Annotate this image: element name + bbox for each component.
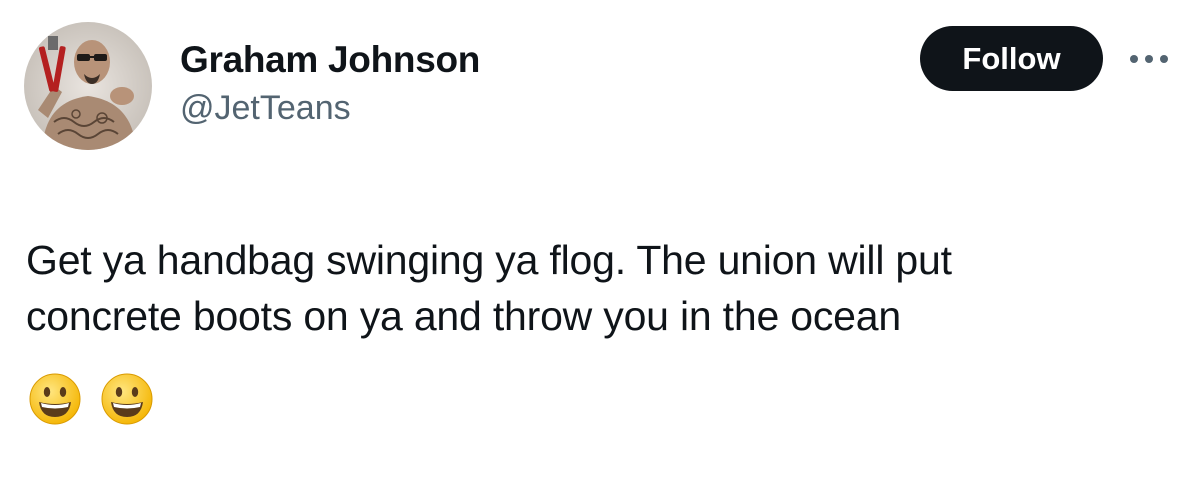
user-handle[interactable]: @JetTeans	[180, 86, 480, 130]
profile-photo-avatar	[24, 22, 152, 150]
tweet-card: Graham Johnson @JetTeans Follow Get ya h…	[0, 0, 1200, 479]
avatar[interactable]	[24, 22, 152, 150]
author-info: Graham Johnson @JetTeans	[180, 38, 480, 130]
more-options-button[interactable]	[1124, 44, 1174, 74]
follow-button[interactable]: Follow	[920, 26, 1103, 91]
emoji-row	[28, 372, 154, 426]
grinning-face-emoji	[101, 373, 153, 425]
display-name[interactable]: Graham Johnson	[180, 38, 480, 82]
tweet-text: Get ya handbag swinging ya flog. The uni…	[26, 232, 1186, 344]
tweet-text-line: concrete boots on ya and throw you in th…	[26, 293, 901, 339]
grinning-face-emoji	[29, 373, 81, 425]
tweet-text-line: Get ya handbag swinging ya flog. The uni…	[26, 237, 952, 283]
more-horizontal-icon	[1130, 55, 1168, 63]
